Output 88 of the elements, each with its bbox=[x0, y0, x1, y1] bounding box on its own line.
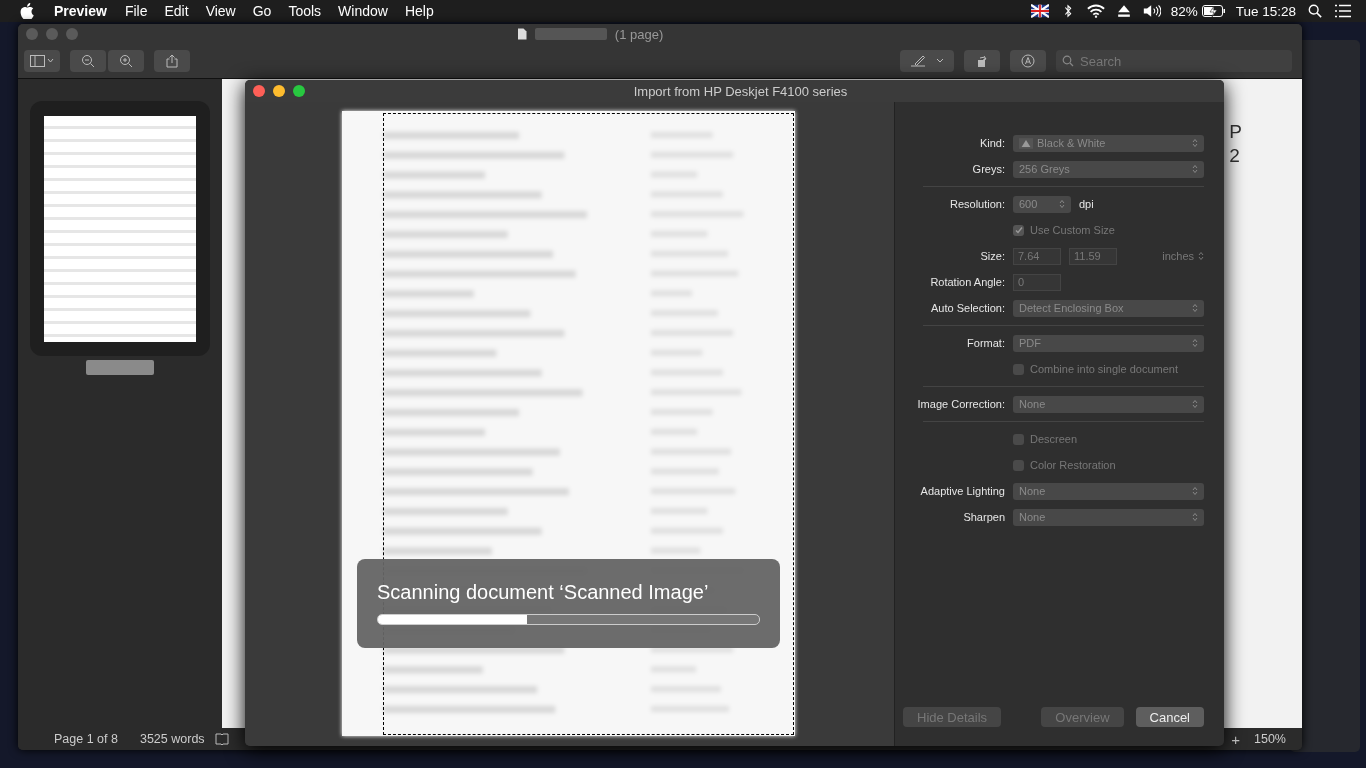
updown-chevron-icon bbox=[1192, 486, 1198, 496]
menu-item[interactable]: Edit bbox=[164, 3, 189, 19]
document-text-fragment: P bbox=[1229, 121, 1242, 143]
checkbox-label: Use Custom Size bbox=[1030, 224, 1115, 236]
popup-menu[interactable]: Detect Enclosing Box bbox=[1013, 299, 1204, 317]
dialog-zoom-button[interactable] bbox=[293, 85, 305, 97]
menu-item[interactable]: View bbox=[205, 3, 236, 19]
updown-chevron-icon bbox=[1192, 512, 1198, 522]
checkbox[interactable] bbox=[1013, 459, 1024, 471]
menu-item[interactable]: Tools bbox=[288, 3, 322, 19]
updown-chevron-icon bbox=[1192, 164, 1198, 174]
popup-menu[interactable]: None bbox=[1013, 395, 1204, 413]
book-icon[interactable] bbox=[214, 733, 229, 745]
sidebar-toggle-button[interactable] bbox=[24, 50, 60, 72]
width-field[interactable]: 7.64 bbox=[1013, 247, 1061, 265]
word-count: 3525 words bbox=[139, 732, 205, 746]
setting-label: Auto Selection: bbox=[930, 302, 1006, 314]
zoom-in-icon bbox=[119, 54, 133, 68]
dialog-button[interactable]: Cancel bbox=[1135, 707, 1204, 727]
resolution-stepper[interactable]: 600 bbox=[1013, 195, 1071, 213]
dialog-title: Import from HP Deskjet F4100 series bbox=[632, 83, 849, 99]
setting-label: Size: bbox=[979, 250, 1006, 262]
updown-chevron-icon bbox=[1059, 199, 1065, 209]
updown-chevron-icon bbox=[1192, 138, 1198, 148]
page-thumbnail[interactable] bbox=[30, 101, 210, 356]
menu-item[interactable]: Help bbox=[404, 3, 434, 19]
popup-menu[interactable]: None bbox=[1013, 482, 1204, 500]
flag-icon[interactable] bbox=[1030, 4, 1049, 18]
rotate-button[interactable] bbox=[964, 50, 1000, 72]
color-mode-icon bbox=[1019, 137, 1033, 149]
menu-app-name[interactable]: Preview bbox=[54, 3, 107, 19]
checkbox[interactable] bbox=[1013, 224, 1024, 236]
search-icon[interactable] bbox=[1306, 4, 1324, 18]
apple-logo-icon[interactable] bbox=[20, 3, 34, 19]
setting-label: Sharpen bbox=[962, 511, 1006, 523]
zoom-level: 150% bbox=[1254, 732, 1286, 746]
rotate-icon bbox=[975, 54, 989, 68]
updown-chevron-icon bbox=[1192, 338, 1198, 348]
checkbox-label: Color Restoration bbox=[1030, 459, 1116, 471]
share-icon bbox=[165, 54, 179, 68]
updown-chevron-icon bbox=[1198, 251, 1204, 261]
menu-item[interactable]: File bbox=[124, 3, 148, 19]
checkbox[interactable] bbox=[1013, 363, 1024, 375]
checkbox[interactable] bbox=[1013, 433, 1024, 445]
height-field[interactable]: 11.59 bbox=[1069, 247, 1117, 265]
menu-item[interactable]: Window bbox=[338, 3, 388, 19]
updown-chevron-icon bbox=[1192, 399, 1198, 409]
popup-menu[interactable]: Black & White bbox=[1013, 134, 1204, 152]
setting-label: Kind: bbox=[978, 137, 1006, 149]
window-title: (1 page) bbox=[614, 26, 664, 42]
popup-menu[interactable]: None bbox=[1013, 508, 1204, 526]
unit-popup[interactable]: inches bbox=[1162, 250, 1204, 262]
setting-label: Adaptive Lighting bbox=[919, 485, 1006, 497]
checkbox-label: Descreen bbox=[1030, 433, 1078, 445]
pen-circle-icon bbox=[1021, 54, 1035, 68]
dialog-minimize-button[interactable] bbox=[273, 85, 285, 97]
popup-menu[interactable]: PDF bbox=[1013, 334, 1204, 352]
zoom-out-button[interactable] bbox=[70, 50, 106, 72]
progress-message: Scanning document ‘Scanned Image’ bbox=[377, 581, 710, 604]
list-icon[interactable] bbox=[1334, 4, 1352, 18]
checkbox-label: Combine into single document bbox=[1030, 363, 1178, 375]
battery-charging-icon[interactable] bbox=[1201, 4, 1226, 18]
pdf-document-icon bbox=[516, 28, 527, 40]
setting-label: Image Correction: bbox=[916, 398, 1006, 410]
menu-item[interactable]: Go bbox=[252, 3, 272, 19]
setting-label: Rotation Angle: bbox=[929, 276, 1006, 288]
setting-label: Resolution: bbox=[948, 198, 1006, 210]
page-count: Page 1 of 8 bbox=[54, 732, 118, 746]
redacted-page-label bbox=[86, 360, 154, 375]
battery-percentage: 82% bbox=[1170, 3, 1198, 19]
zoom-in-button[interactable] bbox=[108, 50, 144, 72]
popup-menu[interactable]: 256 Greys bbox=[1013, 160, 1204, 178]
document-text-fragment: 2 bbox=[1229, 145, 1241, 167]
zoom-out-icon bbox=[81, 54, 95, 68]
setting-label: Greys: bbox=[971, 163, 1006, 175]
zoom-in-button[interactable]: + bbox=[1231, 730, 1240, 748]
menu-clock[interactable]: Tue 15:28 bbox=[1235, 3, 1296, 19]
dialog-close-button[interactable] bbox=[253, 85, 265, 97]
sidebar-icon bbox=[29, 55, 55, 67]
annotate-button[interactable] bbox=[1010, 50, 1046, 72]
unit-label: dpi bbox=[1079, 198, 1094, 210]
setting-label: Format: bbox=[966, 337, 1006, 349]
volume-icon[interactable] bbox=[1142, 4, 1161, 18]
wifi-icon[interactable] bbox=[1086, 4, 1105, 18]
markup-pen-button[interactable] bbox=[900, 50, 954, 72]
share-button[interactable] bbox=[154, 50, 190, 72]
updown-chevron-icon bbox=[1192, 303, 1198, 313]
search-icon bbox=[1062, 55, 1074, 67]
